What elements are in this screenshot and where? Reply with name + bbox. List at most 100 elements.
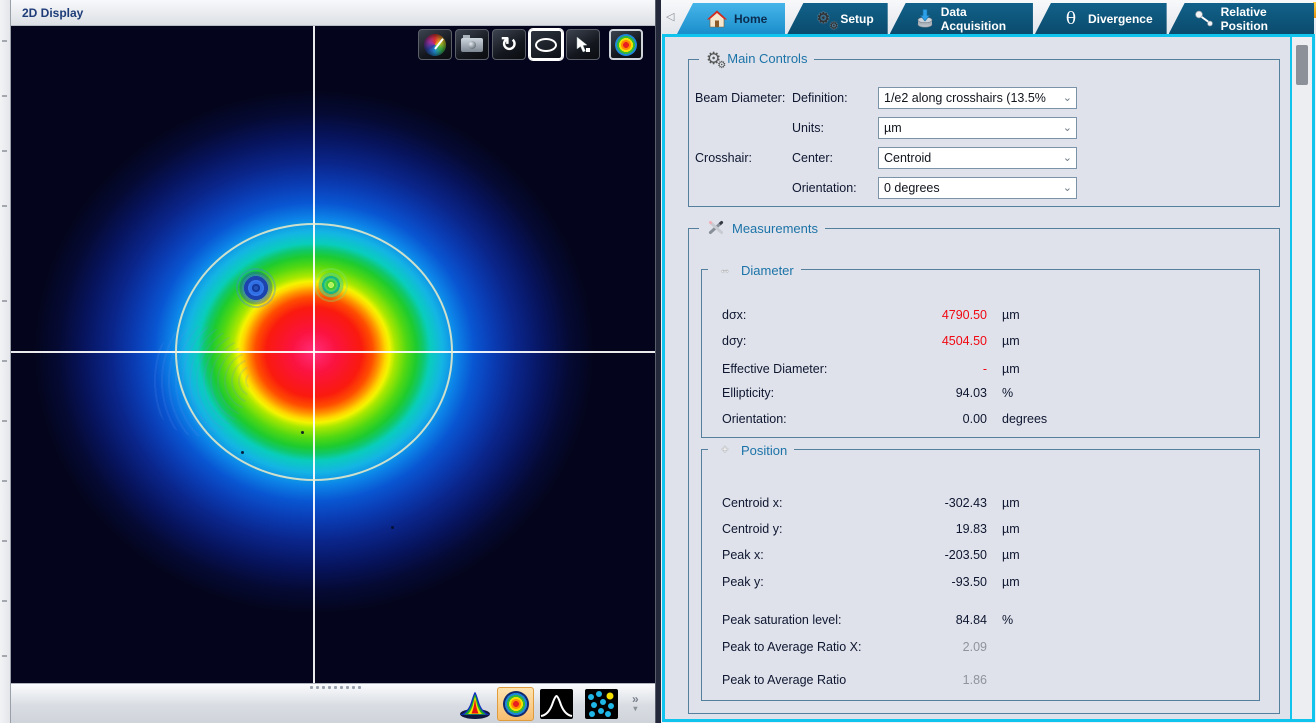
view-2d-button[interactable] <box>497 687 534 721</box>
orientation-meas-label: Orientation: <box>722 412 787 426</box>
measurements-title: Measurements <box>732 220 818 236</box>
orientation-select[interactable]: 0 degrees ⌄ <box>878 177 1077 199</box>
relative-position-icon <box>1194 10 1214 28</box>
camera-tool-button[interactable] <box>455 29 489 60</box>
tab-setup[interactable]: ⚙ ⚙ Setup <box>787 3 888 34</box>
tab-scroll-left-icon[interactable]: ◁ <box>666 10 674 23</box>
dsx-unit: µm <box>1002 308 1020 322</box>
rotate-tool-button[interactable]: ↻ <box>492 29 526 60</box>
setup-gears-icon: ⚙ ⚙ <box>816 10 839 32</box>
data-acquisition-icon <box>916 9 934 28</box>
units-select[interactable]: µm ⌄ <box>878 117 1077 139</box>
application-window: 2D Display ↻ » ▾ ◁ Home ⚙ ⚙ Setup Data A… <box>0 0 1316 723</box>
peak-avg-ratio-x-value: 2.09 <box>962 640 987 654</box>
beam-diameter-group-label: Beam Diameter: <box>695 91 786 105</box>
center-label: Center: <box>792 151 833 165</box>
view-scatter-button[interactable] <box>583 687 620 721</box>
peak-avg-ratio-label: Peak to Average Ratio <box>722 673 847 687</box>
ellipse-overlay-toggle-button[interactable] <box>529 29 563 60</box>
home-icon <box>707 10 727 28</box>
2d-display-panel: 2D Display ↻ » ▾ <box>11 0 655 723</box>
more-views-button[interactable]: » ▾ <box>632 693 639 713</box>
effective-diameter-label: Effective Diameter: <box>722 362 828 376</box>
peak-avg-ratio-x-label: Peak to Average Ratio X: <box>722 640 862 654</box>
main-controls-title: Main Controls <box>727 51 808 66</box>
camera-icon <box>461 34 483 52</box>
tab-home[interactable]: Home <box>677 3 786 34</box>
tab-divergence[interactable]: θ Divergence <box>1034 3 1167 34</box>
divergence-theta-icon: θ <box>1065 8 1077 29</box>
position-bullseye-icon: + <box>721 444 729 456</box>
effective-diameter-unit: µm <box>1002 362 1020 376</box>
peak-avg-ratio-value: 1.86 <box>962 673 987 687</box>
tab-data-acquisition-label: Data Acquisition <box>940 4 1007 33</box>
peak-x-label: Peak x: <box>722 548 764 562</box>
center-select[interactable]: Centroid ⌄ <box>878 147 1077 169</box>
peak-y-value: -93.50 <box>951 575 987 589</box>
centroid-y-value: 19.83 <box>955 522 987 536</box>
peak-y-label: Peak y: <box>722 575 764 589</box>
peak-y-unit: µm <box>1002 575 1020 589</box>
tab-relative-position[interactable]: Relative Position <box>1168 3 1314 34</box>
tab-home-label: Home <box>734 11 768 26</box>
dsx-value: 4790.50 <box>941 308 987 322</box>
units-label: Units: <box>792 121 824 135</box>
crossed-tools-icon <box>706 219 726 237</box>
diameter-bullseye-icon: ↔ <box>719 264 731 276</box>
orientation-meas-unit: degrees <box>1002 412 1048 426</box>
splitter-grip-handle[interactable] <box>295 685 375 690</box>
view-profiles-icon <box>540 689 573 719</box>
control-panel: ◁ ▷ Home ⚙⚙ Setup <box>661 0 1316 723</box>
centroid-y-label: Centroid y: <box>722 522 783 536</box>
dsy-unit: µm <box>1002 334 1020 348</box>
view-3d-icon <box>459 692 490 719</box>
chevron-down-icon: ⌄ <box>1062 92 1072 104</box>
dust-speck <box>391 526 394 529</box>
view-profiles-button[interactable] <box>538 687 575 721</box>
dsy-value: 4504.50 <box>941 334 987 348</box>
diameter-group: ↔ Diameter dσx: 4790.50 µm dσy: 4504.50 … <box>701 260 1260 438</box>
view-mode-toolbar: » ▾ <box>456 687 639 721</box>
gauge-tool-button[interactable] <box>418 29 452 60</box>
display-toolbar: ↻ <box>418 29 643 60</box>
position-title: Position <box>741 442 788 458</box>
peak-saturation-label: Peak saturation level: <box>722 613 842 627</box>
tab-relative-position-label: Relative Position <box>1220 4 1268 33</box>
dsx-label: dσx: <box>722 308 747 322</box>
ellipticity-value: 94.03 <box>955 386 987 400</box>
centroid-x-value: -302.43 <box>944 496 987 510</box>
position-group: + Position Centroid x: -302.43 µm Centro… <box>701 440 1260 701</box>
beam-diameter-ellipse-overlay <box>175 223 453 481</box>
peak-saturation-value: 84.84 <box>955 613 987 627</box>
tab-strip: ◁ ▷ Home ⚙⚙ Setup <box>661 0 1316 34</box>
view-2d-bullseye-icon <box>502 691 529 717</box>
effective-diameter-value: - <box>982 362 987 376</box>
definition-select[interactable]: 1/e2 along crosshairs (13.5% ⌄ <box>878 87 1077 109</box>
bullseye-view-button[interactable] <box>609 29 643 60</box>
centroid-y-unit: µm <box>1002 522 1020 536</box>
tab-data-acquisition[interactable]: Data Acquisition <box>889 3 1033 34</box>
chevron-down-icon: ⌄ <box>1062 122 1072 134</box>
cursor-tool-button[interactable] <box>566 29 600 60</box>
cursor-icon <box>576 35 590 52</box>
view-scatter-icon <box>588 691 614 717</box>
vertical-scrollbar[interactable] <box>1290 37 1312 719</box>
2d-display-title: 2D Display <box>11 0 655 26</box>
beam-image-canvas[interactable]: ↻ <box>11 26 655 683</box>
centroid-x-label: Centroid x: <box>722 496 783 510</box>
gears-icon: ⚙ ⚙ <box>706 49 727 71</box>
bullseye-icon <box>615 33 637 56</box>
rotate-icon: ↻ <box>500 33 518 56</box>
view-3d-button[interactable] <box>456 687 493 721</box>
main-controls-group: ⚙ ⚙ Main Controls Beam Diameter: Definiti… <box>688 50 1280 207</box>
scrollbar-thumb[interactable] <box>1296 45 1308 85</box>
chevron-down-icon: ⌄ <box>1062 152 1072 164</box>
diameter-title: Diameter <box>741 262 794 278</box>
peak-x-value: -203.50 <box>944 548 987 562</box>
ellipticity-label: Ellipticity: <box>722 386 775 400</box>
home-tab-content: ⚙ ⚙ Main Controls Beam Diameter: Definiti… <box>662 34 1315 722</box>
gauge-icon <box>424 33 446 56</box>
peak-x-unit: µm <box>1002 548 1020 562</box>
crosshair-group-label: Crosshair: <box>695 151 752 165</box>
dsy-label: dσy: <box>722 334 747 348</box>
